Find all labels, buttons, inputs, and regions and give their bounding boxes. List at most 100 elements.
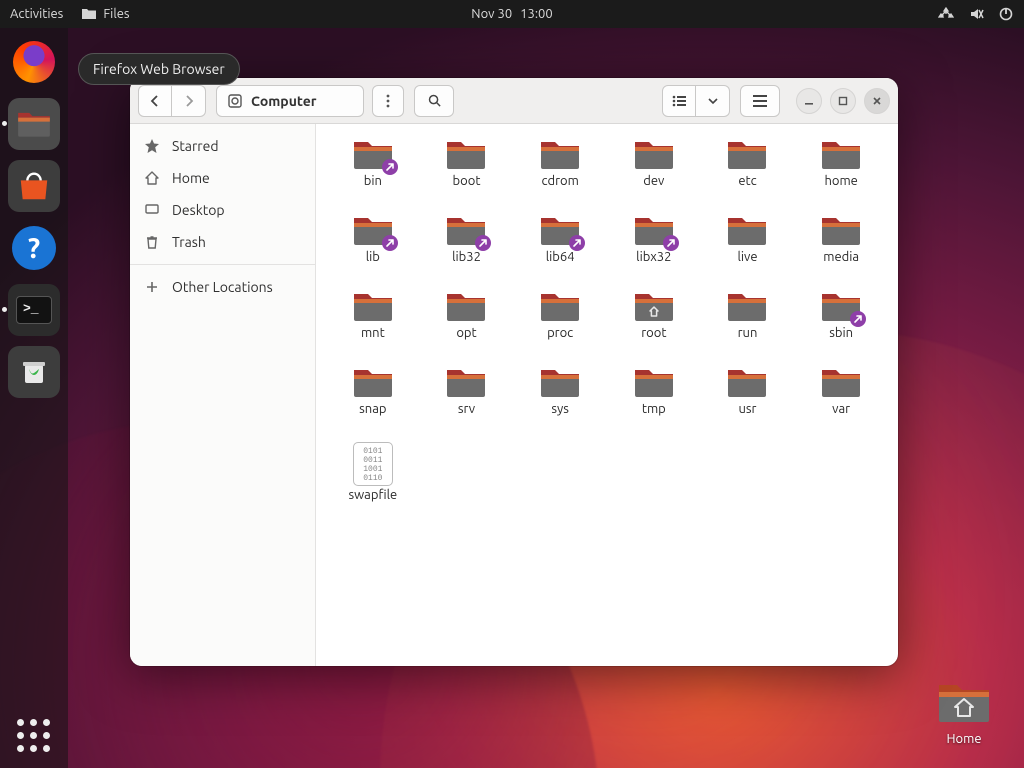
help-icon: ?	[12, 226, 56, 270]
maximize-button[interactable]	[830, 88, 856, 114]
symlink-emblem-icon	[382, 235, 398, 251]
folder-icon	[351, 214, 395, 248]
minimize-button[interactable]	[796, 88, 822, 114]
tooltip-firefox: Firefox Web Browser	[78, 53, 240, 85]
dock-terminal[interactable]: >_	[8, 284, 60, 336]
grid-item[interactable]: opt	[420, 286, 514, 362]
sidebar-item-other-locations[interactable]: Other Locations	[130, 271, 315, 303]
grid-item[interactable]: lib32	[420, 210, 514, 286]
clock-time: 13:00	[520, 7, 553, 21]
grid-item[interactable]: cdrom	[513, 134, 607, 210]
folder-icon	[538, 366, 582, 400]
dock-trash[interactable]	[8, 346, 60, 398]
dock: ? >_	[0, 28, 68, 768]
path-menu-button[interactable]	[372, 85, 404, 117]
search-button[interactable]	[414, 85, 454, 117]
sidebar-item-trash[interactable]: Trash	[130, 226, 315, 258]
grid-item[interactable]: dev	[607, 134, 701, 210]
grid-item-label: dev	[643, 174, 664, 188]
topbar-app-menu[interactable]: Files	[81, 6, 129, 22]
grid-item[interactable]: libx32	[607, 210, 701, 286]
files-icon	[81, 6, 97, 22]
grid-item[interactable]: live	[701, 210, 795, 286]
grid-item-label: lib	[366, 250, 380, 264]
files-icon	[15, 108, 53, 140]
grid-item-label: lib32	[452, 250, 481, 264]
path-button-computer[interactable]: Computer	[216, 85, 364, 117]
grid-item-label: run	[738, 326, 758, 340]
sidebar-item-home[interactable]: Home	[130, 162, 315, 194]
grid-item[interactable]: bin	[326, 134, 420, 210]
grid-item[interactable]: etc	[701, 134, 795, 210]
view-options-button[interactable]	[696, 85, 730, 117]
folder-icon	[819, 366, 863, 400]
grid-item[interactable]: root	[607, 286, 701, 362]
symlink-emblem-icon	[382, 159, 398, 175]
list-icon	[672, 95, 686, 107]
folder-icon	[538, 214, 582, 248]
firefox-icon	[13, 41, 55, 83]
titlebar: Computer	[130, 78, 898, 124]
sidebar-item-desktop[interactable]: Desktop	[130, 194, 315, 226]
grid-item-label: libx32	[636, 250, 671, 264]
grid-item-label: srv	[458, 402, 475, 416]
hamburger-icon	[753, 95, 767, 107]
symlink-emblem-icon	[850, 311, 866, 327]
grid-item[interactable]: lib	[326, 210, 420, 286]
symlink-emblem-icon	[475, 235, 491, 251]
folder-icon	[351, 290, 395, 324]
clock[interactable]: Nov 30 13:00	[471, 7, 552, 21]
list-view-button[interactable]	[662, 85, 696, 117]
sidebar: Starred Home Desktop Trash Other Locatio…	[130, 124, 316, 666]
grid-item-label: var	[832, 402, 850, 416]
network-icon[interactable]	[938, 6, 954, 22]
grid-item[interactable]: sys	[513, 362, 607, 438]
grid-item-label: mnt	[361, 326, 385, 340]
clock-date: Nov 30	[471, 7, 512, 21]
grid-item[interactable]: srv	[420, 362, 514, 438]
grid-item[interactable]: lib64	[513, 210, 607, 286]
grid-item[interactable]: mnt	[326, 286, 420, 362]
grid-item[interactable]: tmp	[607, 362, 701, 438]
grid-item-label: usr	[738, 402, 756, 416]
grid-item[interactable]: usr	[701, 362, 795, 438]
grid-item[interactable]: 0101 0011 1001 0110swapfile	[326, 438, 420, 514]
grid-item[interactable]: home	[794, 134, 888, 210]
terminal-icon: >_	[16, 296, 52, 324]
dock-help[interactable]: ?	[8, 222, 60, 274]
folder-icon	[444, 138, 488, 172]
hamburger-menu-button[interactable]	[740, 85, 780, 117]
grid-item-label: lib64	[546, 250, 575, 264]
grid-item[interactable]: boot	[420, 134, 514, 210]
dock-files[interactable]	[8, 98, 60, 150]
close-button[interactable]	[864, 88, 890, 114]
dock-firefox[interactable]	[8, 36, 60, 88]
forward-button[interactable]	[172, 85, 206, 117]
symlink-emblem-icon	[663, 235, 679, 251]
grid-item-label: snap	[359, 402, 386, 416]
dock-software[interactable]	[8, 160, 60, 212]
volume-icon[interactable]	[968, 6, 984, 22]
grid-item[interactable]: proc	[513, 286, 607, 362]
activities-button[interactable]: Activities	[10, 7, 63, 21]
grid-item-label: proc	[547, 326, 573, 340]
folder-icon	[725, 366, 769, 400]
grid-item[interactable]: sbin	[794, 286, 888, 362]
topbar-app-label: Files	[103, 7, 129, 21]
sidebar-item-starred[interactable]: Starred	[130, 130, 315, 162]
plus-icon	[144, 279, 160, 295]
folder-icon	[444, 290, 488, 324]
file-icon: 0101 0011 1001 0110	[353, 442, 393, 486]
grid-item[interactable]: var	[794, 362, 888, 438]
folder-icon	[632, 366, 676, 400]
grid-item[interactable]: media	[794, 210, 888, 286]
show-applications-button[interactable]	[16, 718, 52, 754]
grid-item[interactable]: snap	[326, 362, 420, 438]
back-button[interactable]	[138, 85, 172, 117]
power-icon[interactable]	[998, 6, 1014, 22]
grid-item[interactable]: run	[701, 286, 795, 362]
folder-icon	[444, 366, 488, 400]
desktop-item-home[interactable]: Home	[928, 679, 1000, 746]
grid-item-label: bin	[364, 174, 382, 188]
star-icon	[144, 138, 160, 154]
